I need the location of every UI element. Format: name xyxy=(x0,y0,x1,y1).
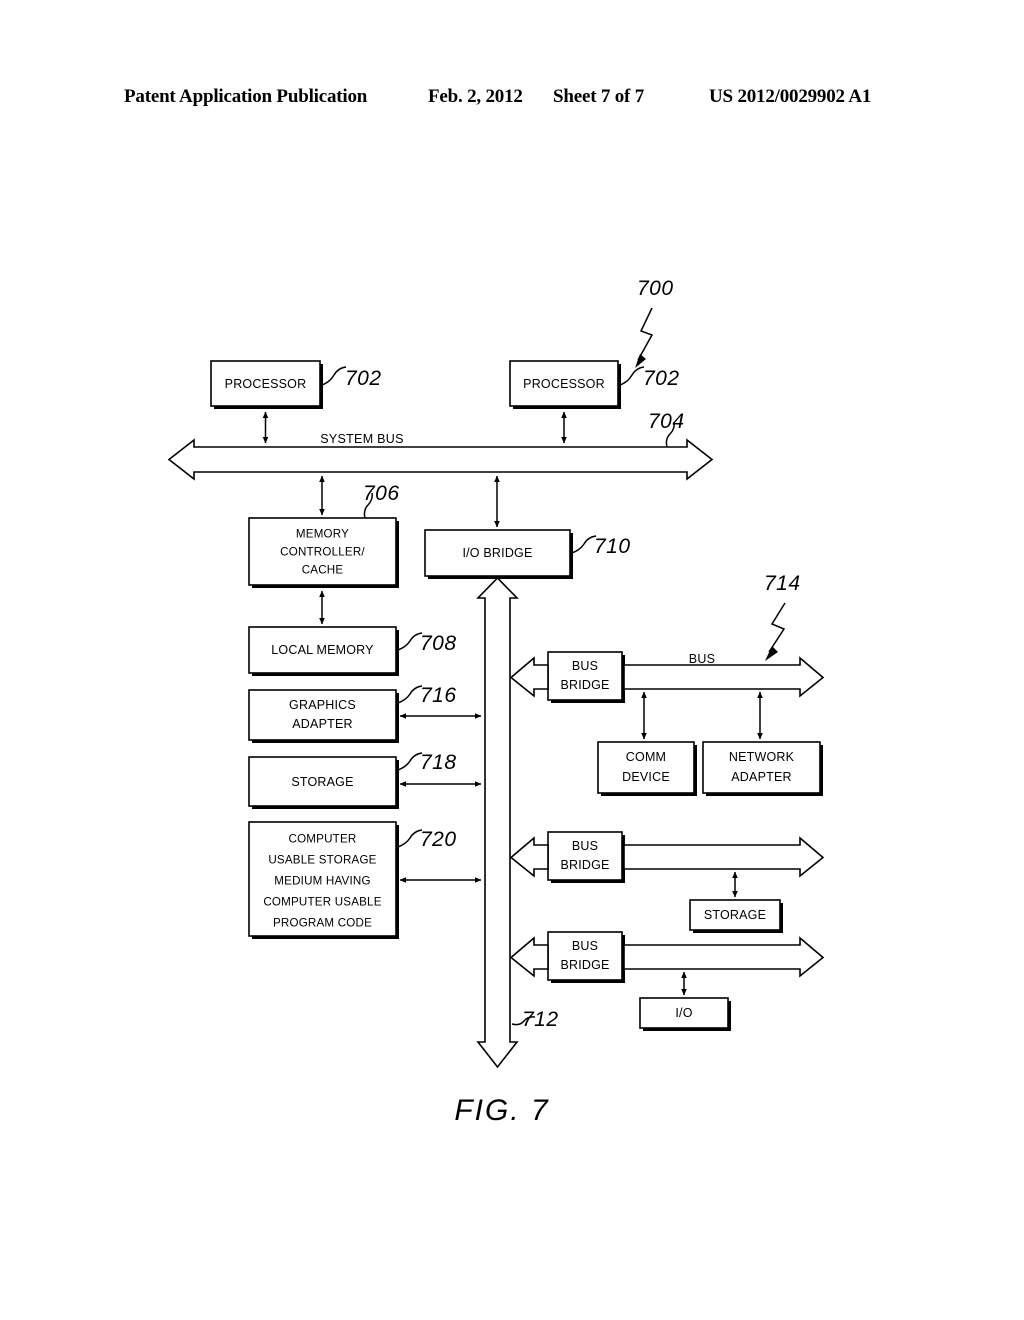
bus-bridge-3-line2: BRIDGE xyxy=(560,958,609,972)
cum-line1: COMPUTER xyxy=(289,833,357,846)
computer-usable-medium-block: COMPUTER USABLE STORAGE MEDIUM HAVING CO… xyxy=(248,821,399,939)
comm-device-block: COMM DEVICE xyxy=(597,741,697,796)
ref-number-718: 718 xyxy=(420,751,457,774)
processor-right-block: PROCESSOR xyxy=(509,360,621,409)
ref-leader-702-right xyxy=(619,366,645,386)
system-bus xyxy=(167,438,714,481)
connector-bus-bridge-3-iobus xyxy=(509,936,549,978)
processor-left-label: PROCESSOR xyxy=(225,377,307,391)
ref-leader-718 xyxy=(397,752,423,771)
bus-bridge-2-block: BUS BRIDGE xyxy=(547,831,625,883)
graphics-adapter-line2: ADAPTER xyxy=(292,717,352,731)
storage-right-block: STORAGE xyxy=(689,899,783,933)
ref-number-702-right: 702 xyxy=(643,367,680,390)
figure-caption: FIG. 7 xyxy=(454,1094,549,1127)
diagram-svg: 700 PROCESSOR 702 PROCESSOR 702 SYSTEM B… xyxy=(167,277,825,1127)
peripheral-bus-ref-leader xyxy=(765,602,786,661)
bus-bridge-1-line2: BRIDGE xyxy=(560,678,609,692)
peripheral-bus-2 xyxy=(623,836,825,878)
system-ref-leader xyxy=(635,307,654,368)
comm-device-line2: DEVICE xyxy=(622,770,670,784)
io-bridge-label: I/O BRIDGE xyxy=(462,546,532,560)
ref-leader-720 xyxy=(397,829,423,848)
ref-leader-716 xyxy=(397,685,423,704)
graphics-adapter-line1: GRAPHICS xyxy=(289,698,356,712)
ref-number-702-left: 702 xyxy=(345,367,382,390)
local-memory-label: LOCAL MEMORY xyxy=(271,643,374,657)
ref-number-700: 700 xyxy=(637,277,674,300)
io-device-block: I/O xyxy=(639,997,731,1031)
memory-controller-block: MEMORY CONTROLLER/ CACHE xyxy=(248,517,399,588)
memory-controller-line3: CACHE xyxy=(302,564,344,577)
io-bridge-block: I/O BRIDGE xyxy=(424,529,573,579)
cum-line2: USABLE STORAGE xyxy=(268,854,376,867)
peripheral-bus-label: BUS xyxy=(689,652,716,666)
cum-line4: COMPUTER USABLE xyxy=(263,896,381,909)
bus-bridge-3-line1: BUS xyxy=(572,939,598,953)
ref-number-714: 714 xyxy=(764,572,801,595)
network-adapter-line1: NETWORK xyxy=(729,750,795,764)
peripheral-bus-1 xyxy=(623,656,825,698)
ref-number-720: 720 xyxy=(420,828,457,851)
network-adapter-block: NETWORK ADAPTER xyxy=(702,741,823,796)
bus-bridge-1-block: BUS BRIDGE xyxy=(547,651,625,703)
ref-leader-702-left xyxy=(321,366,347,386)
network-adapter-line2: ADAPTER xyxy=(731,770,791,784)
ref-number-712: 712 xyxy=(522,1008,559,1031)
local-memory-block: LOCAL MEMORY xyxy=(248,626,399,676)
processor-left-block: PROCESSOR xyxy=(210,360,323,409)
io-bus-vertical xyxy=(476,576,519,1069)
bus-bridge-2-line2: BRIDGE xyxy=(560,858,609,872)
bus-bridge-2-line1: BUS xyxy=(572,839,598,853)
ref-number-710: 710 xyxy=(594,535,631,558)
connector-bus-bridge-2-iobus xyxy=(509,836,549,878)
storage-right-label: STORAGE xyxy=(704,908,766,922)
storage-left-label: STORAGE xyxy=(291,775,353,789)
io-device-label: I/O xyxy=(675,1006,692,1020)
system-bus-label: SYSTEM BUS xyxy=(320,432,404,446)
ref-number-704: 704 xyxy=(648,410,685,433)
memory-controller-line1: MEMORY xyxy=(296,528,349,541)
comm-device-line1: COMM xyxy=(626,750,666,764)
ref-number-716: 716 xyxy=(420,684,457,707)
peripheral-bus-3 xyxy=(623,936,825,978)
ref-leader-710 xyxy=(571,535,597,554)
graphics-adapter-block: GRAPHICS ADAPTER xyxy=(248,689,399,743)
ref-number-706: 706 xyxy=(363,482,400,505)
processor-right-label: PROCESSOR xyxy=(523,377,605,391)
figure-7-diagram: 700 PROCESSOR 702 PROCESSOR 702 SYSTEM B… xyxy=(0,0,1024,1320)
storage-left-block: STORAGE xyxy=(248,756,399,809)
bus-bridge-1-line1: BUS xyxy=(572,659,598,673)
bus-bridge-3-block: BUS BRIDGE xyxy=(547,931,625,983)
ref-leader-708 xyxy=(397,632,423,651)
connector-bus-bridge-1-iobus xyxy=(509,656,549,698)
cum-line5: PROGRAM CODE xyxy=(273,917,372,930)
ref-number-708: 708 xyxy=(420,632,457,655)
cum-line3: MEDIUM HAVING xyxy=(274,875,370,888)
memory-controller-line2: CONTROLLER/ xyxy=(280,546,365,559)
